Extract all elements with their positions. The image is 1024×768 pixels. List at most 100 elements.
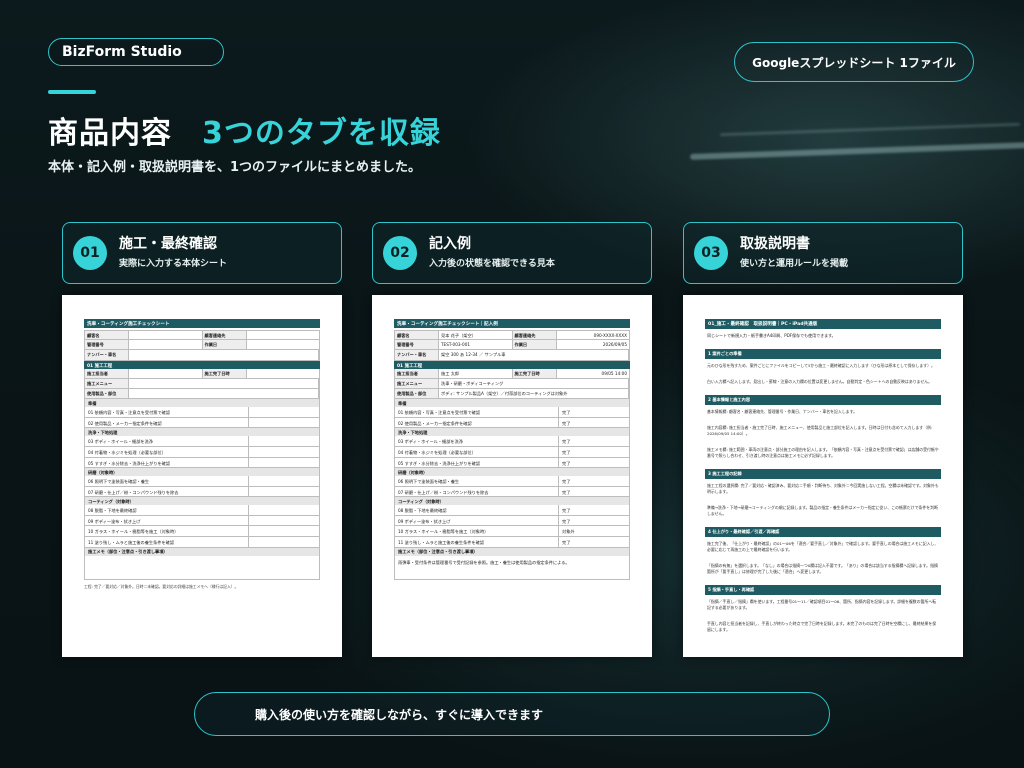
manual-paragraph: 施工メモ欄: 施工範囲・車両の注意点・部分施工の理由を記入します。「依頼内容・写…	[707, 447, 939, 458]
step-status	[249, 505, 319, 515]
step-text: 08 脱脂・下地を最終確認	[395, 505, 559, 515]
step-status	[249, 458, 319, 468]
meta-row: 施工メニュー	[84, 378, 320, 389]
table-row: 07 研磨・仕上げ／粉・コンパウンド残りを除去 完了	[394, 486, 630, 498]
info-row: 顧客名 顧客連絡先	[84, 330, 320, 341]
info-value: 架空 300 あ 12-34 ／ サンプル車	[439, 350, 629, 360]
manual-paragraph: 「指摘の有無」を選択します。「なし」の場合は指摘一つ0欄は記入不要です。「あり」…	[707, 563, 938, 574]
step-status: 完了	[562, 439, 571, 445]
bottom-message: 購入後の使い方を確認しながら、すぐに導入できます	[194, 692, 830, 736]
step-group-label: 準備	[84, 399, 320, 408]
sheet-preview-main: 洗車・コーティング施工チェックシート 顧客名 顧客連絡先 管理番号 作業日ナンバー・車名…	[62, 295, 342, 657]
info-label: ナンバー・車名	[395, 350, 439, 360]
step-status	[249, 516, 319, 526]
info-label: ナンバー・車名	[85, 350, 129, 360]
step-text: 10 ガラス・ホイール・樹脂等を施工（対象時）	[395, 526, 559, 537]
table-row: 07 研磨・仕上げ／粉・コンパウンド残りを除去	[84, 486, 320, 498]
memo-label: 施工メモ（部位・注意点・引き渡し事項）	[394, 547, 630, 556]
background-light	[720, 122, 1020, 137]
table-row: 02 使用製品・メーカー指定条件を確認	[84, 417, 320, 429]
meta-value	[129, 378, 319, 388]
title-main: 商品内容	[48, 116, 172, 151]
step-group-label: 研磨（対象時）	[394, 468, 630, 477]
info-label: 作業日	[202, 340, 247, 350]
table-row: 08 脱脂・下地を最終確認	[84, 505, 320, 516]
manual-section-header: 4 仕上がり・最終確認／引渡／再確認	[705, 527, 941, 537]
meta-value: ボディ: サンプル製品A（架空）／付帯部位のコーティングは対象外	[439, 388, 629, 399]
step-status	[249, 537, 319, 547]
info-row: 管理番号 TEST-003-001 作業日 2026/09/05	[394, 340, 630, 351]
meta-label: 施工完了日時	[512, 368, 557, 378]
manual-paragraph: 手直し内容と担当者を記録し、手直しが終わった時点で完了日時を記録します。未完了の…	[707, 621, 937, 632]
step-text: 02 使用製品・メーカー指定条件を確認	[85, 417, 249, 428]
info-value: TEST-003-001	[439, 340, 513, 350]
footnote: 工程: 完了／要対応／対象外。日時＝未確認。要対応の詳細は施工メモへ（様行は記入…	[84, 583, 239, 589]
step-text: 03 ボディ・ホイール・細部を洗浄	[395, 436, 559, 446]
step-status	[249, 526, 319, 536]
step-text: 10 ガラス・ホイール・樹脂等を施工（対象時）	[85, 526, 249, 537]
step-text: 06 照明下で塗装面を確認・養生	[85, 476, 249, 486]
info-row: ナンバー・車名 架空 300 あ 12-34 ／ サンプル車	[394, 350, 630, 361]
table-row: 09 ボディ一塗布・拭き上げ	[84, 515, 320, 527]
info-value: 2026/09/05	[602, 342, 627, 348]
step-text: 05 すすぎ・水分除去・洗浄仕上がりを確認	[85, 457, 249, 468]
info-label: 管理番号	[395, 340, 439, 350]
info-row: 顧客名 見本 花子（架空） 顧客連絡先 090-XXXX-XXXX	[394, 330, 630, 341]
step-text: 06 照明下で塗装面を確認・養生	[395, 476, 559, 486]
step-text: 02 使用製品・メーカー指定条件を確認	[395, 417, 559, 428]
page-subtitle: 本体・記入例・取扱説明書を、1つのファイルにまとめました。	[48, 160, 422, 175]
info-label: 顧客名	[395, 331, 439, 340]
step-status	[249, 407, 319, 417]
step-text: 07 研磨・仕上げ／粉・コンパウンド残りを除去	[395, 486, 559, 497]
tab-number-badge: 03	[694, 236, 728, 270]
table-row: 11 塗り残し・ムラと施工後の養生条件を確認 完了	[394, 537, 630, 548]
memo-label: 施工メモ（部位・注意点・引き渡し事項）	[84, 547, 320, 556]
tab-description: 使い方と運用ルールを掲載	[740, 259, 849, 269]
table-row: 05 すすぎ・水分除去・洗浄仕上がりを確認	[84, 457, 320, 469]
step-text: 09 ボディ一塗布・拭き上げ	[85, 515, 249, 526]
manual-title: 01_施工・最終確認 取扱説明書｜PC・iPad共通版	[705, 319, 941, 329]
meta-value	[129, 388, 319, 399]
meta-label: 施工メニュー	[395, 378, 439, 388]
memo-box	[84, 555, 320, 580]
sheet-title: 洗車・コーティング施工チェックシート｜記入例	[394, 319, 630, 328]
step-status	[249, 487, 319, 497]
step-status: 完了	[562, 479, 571, 485]
meta-label: 使用製品・部位	[395, 388, 439, 399]
step-text: 04 付着物・水ジミを処理（必要な部位）	[85, 446, 249, 457]
tab-card-main: 01 施工・最終確認 実際に入力する本体シート	[62, 222, 342, 284]
meta-row: 施工メニュー 洗車・研磨・ボディコーティング	[394, 378, 630, 389]
table-row: 10 ガラス・ホイール・樹脂等を施工（対象時）	[84, 526, 320, 538]
meta-value	[247, 369, 320, 378]
manual-paragraph: 元のひな形を残すため、案件ごとにファイルをコピーして5から施工・最終確認に入力し…	[707, 363, 935, 368]
tab-number-badge: 01	[73, 236, 107, 270]
info-label: 顧客名	[85, 331, 129, 340]
step-group-label: コーティング（対象時）	[84, 497, 320, 506]
step-status	[249, 418, 319, 428]
manual-section-header: 5 指摘・手直し・再確認	[705, 585, 941, 595]
step-text: 09 ボディ一塗布・拭き上げ	[395, 515, 559, 526]
section-header: 01 施工工程	[394, 360, 630, 369]
info-label: 顧客連絡先	[512, 331, 557, 340]
info-label: 管理番号	[85, 340, 129, 350]
meta-value	[129, 368, 203, 378]
table-row: 01 依頼内容・写真・注意点を受付票で確認	[84, 407, 320, 418]
manual-paragraph: 施工内容欄: 施工担当者・施工完了日時、施工メニュー、使用製品と施工部位を記入し…	[707, 425, 933, 436]
table-row: 09 ボディ一塗布・拭き上げ 完了	[394, 515, 630, 527]
brand-badge: BizForm Studio	[48, 38, 224, 66]
manual-paragraph: 準備→洗浄・下地→研磨→コーティングの順に記録します。製品の指定・養生条件はメー…	[707, 505, 938, 516]
file-format-badge: Googleスプレッドシート 1ファイル	[734, 42, 974, 82]
step-text: 11 塗り残し・ムラと施工後の養生条件を確認	[85, 537, 249, 547]
manual-section-header: 2 基本情報と施工内容	[705, 395, 941, 405]
table-row: 11 塗り残し・ムラと施工後の養生条件を確認	[84, 537, 320, 548]
info-row: ナンバー・車名	[84, 350, 320, 361]
sheet-title: 洗車・コーティング施工チェックシート	[84, 319, 320, 328]
meta-label: 施工担当者	[85, 368, 129, 378]
step-status: 完了	[562, 518, 571, 524]
step-group-label: 準備	[394, 399, 630, 408]
table-row: 05 すすぎ・水分除去・洗浄仕上がりを確認 完了	[394, 457, 630, 469]
title-accent: 3つのタブを収録	[202, 116, 441, 151]
tab-card-example: 02 記入例 入力後の状態を確認できる見本	[372, 222, 652, 284]
tab-description: 入力後の状態を確認できる見本	[429, 259, 555, 269]
tab-title: 記入例	[429, 236, 471, 252]
